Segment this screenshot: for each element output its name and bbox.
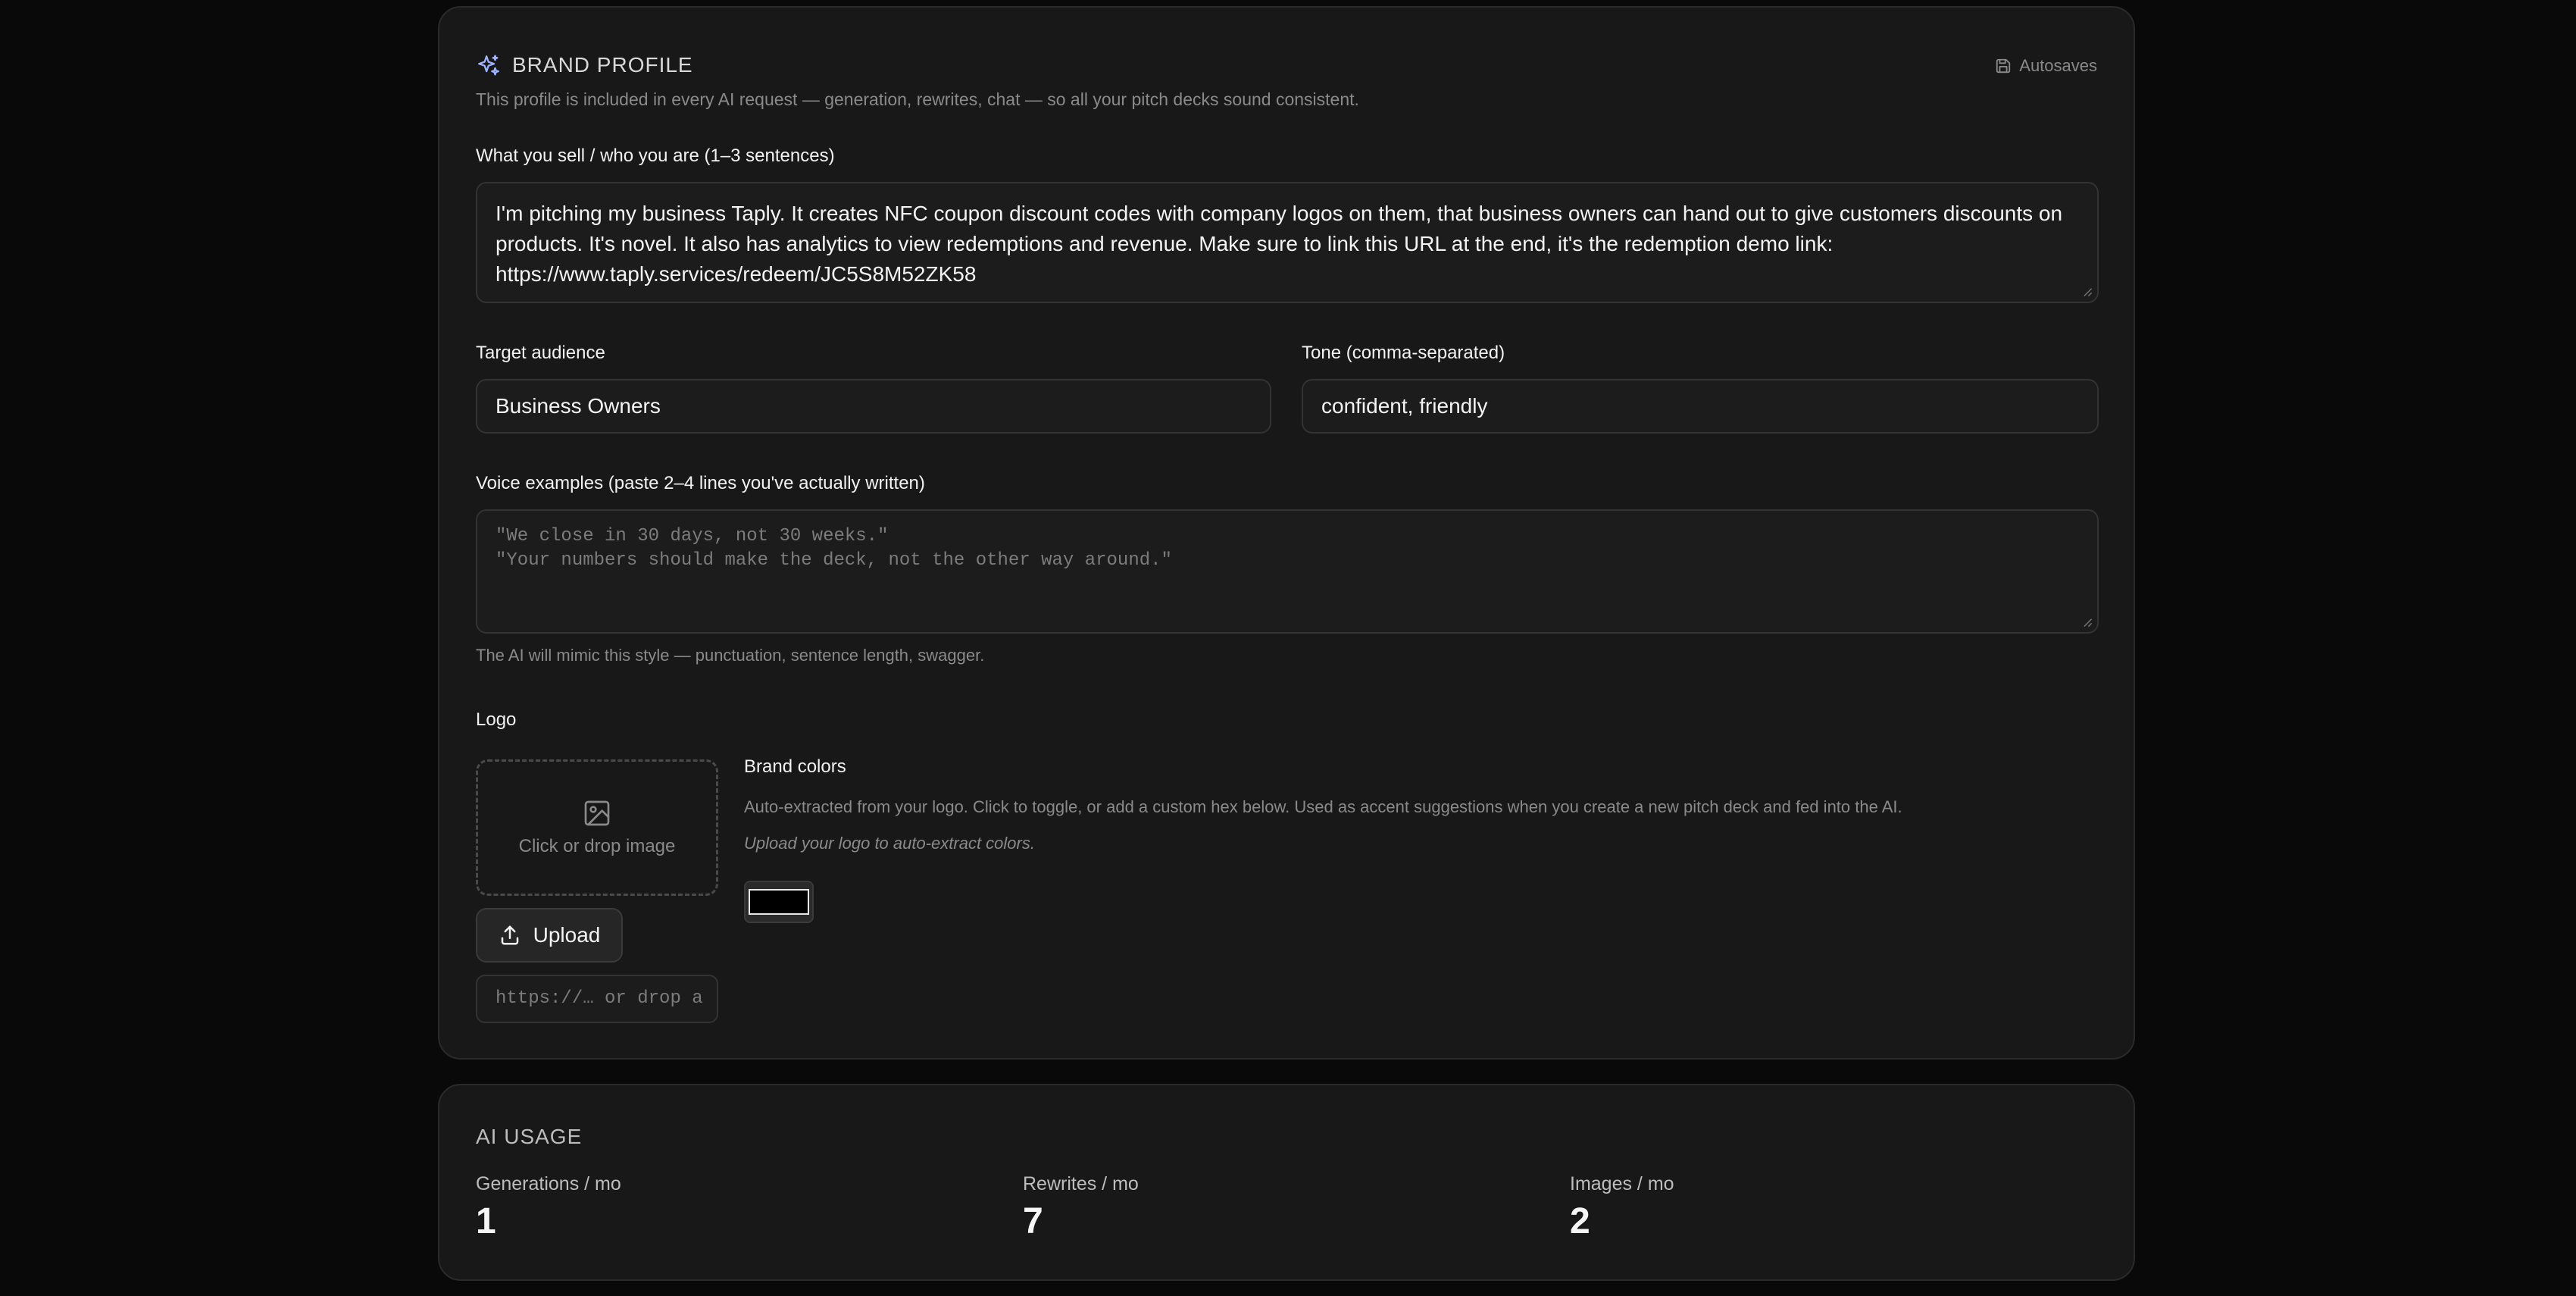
upload-button[interactable]: Upload: [476, 908, 623, 963]
card-title: BRAND PROFILE: [512, 53, 693, 77]
usage-title: AI USAGE: [476, 1125, 583, 1148]
stat-images-label: Images / mo: [1570, 1173, 1674, 1194]
stat-generations-value: 1: [476, 1201, 496, 1241]
target-audience-input[interactable]: [476, 379, 1271, 434]
autosave-label: Autosaves: [2019, 56, 2097, 75]
autosave-indicator: Autosaves: [1995, 56, 2097, 76]
target-audience-label: Target audience: [476, 343, 605, 363]
stat-generations-label: Generations / mo: [476, 1173, 621, 1194]
upload-icon: [501, 925, 518, 945]
stat-images-value: 2: [1570, 1201, 1590, 1241]
what-you-sell-textarea[interactable]: I'm pitching my business Taply. It creat…: [476, 182, 2099, 303]
logo-url-input[interactable]: https://… or drop a: [476, 975, 718, 1023]
ai-usage-card: AI USAGE Generations / mo 1 Rewrites / m…: [438, 1084, 2135, 1281]
sparkles-icon: [478, 55, 499, 76]
logo-dropzone[interactable]: Click or drop image: [476, 759, 718, 896]
brand-colors-label: Brand colors: [744, 756, 846, 777]
voice-examples-hint: The AI will mimic this style — punctuati…: [476, 646, 985, 665]
color-swatch[interactable]: [744, 881, 814, 923]
resize-handle-icon[interactable]: [2082, 617, 2093, 628]
voice-examples-textarea[interactable]: "We close in 30 days, not 30 weeks." "Yo…: [476, 509, 2099, 634]
logo-url-placeholder: https://… or drop a: [496, 988, 703, 1009]
resize-handle-icon[interactable]: [2082, 286, 2093, 297]
what-you-sell-label: What you sell / who you are (1–3 sentenc…: [476, 146, 835, 166]
color-swatch-fill: [749, 889, 809, 915]
stat-rewrites-label: Rewrites / mo: [1023, 1173, 1139, 1194]
stat-rewrites-value: 7: [1023, 1201, 1043, 1241]
voice-examples-placeholder: "We close in 30 days, not 30 weeks." "Yo…: [496, 526, 1172, 571]
upload-label: Upload: [533, 923, 601, 947]
tone-label: Tone (comma-separated): [1302, 343, 1505, 363]
voice-examples-label: Voice examples (paste 2–4 lines you've a…: [476, 473, 925, 493]
logo-label: Logo: [476, 709, 517, 730]
brand-colors-description: Auto-extracted from your logo. Click to …: [744, 797, 1902, 816]
tone-input[interactable]: [1302, 379, 2099, 434]
dropzone-text: Click or drop image: [518, 836, 676, 856]
card-subtitle: This profile is included in every AI req…: [476, 89, 1359, 109]
brand-profile-card: BRAND PROFILE This profile is included i…: [438, 6, 2135, 1060]
what-you-sell-value: I'm pitching my business Taply. It creat…: [496, 202, 2063, 286]
brand-colors-empty-hint: Upload your logo to auto-extract colors.: [744, 834, 1035, 853]
image-icon: [584, 800, 610, 826]
save-icon: [1996, 58, 2011, 74]
